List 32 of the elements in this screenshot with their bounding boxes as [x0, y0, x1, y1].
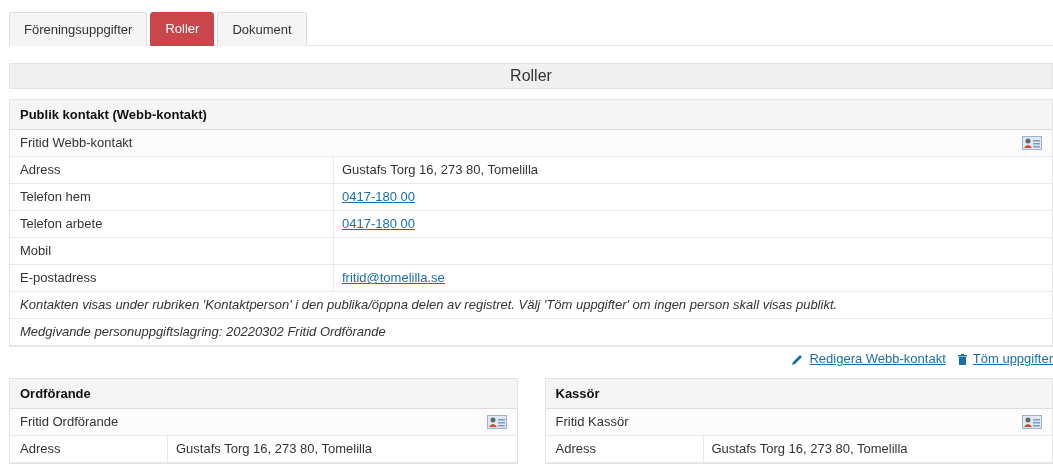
field-label: Adress	[555, 440, 596, 459]
field-value: Gustafs Torg 16, 273 80, Tomelilla	[176, 440, 373, 459]
info-note: Kontakten visas under rubriken 'Kontaktperson' i den publika/öppna delen av registret. Välj 'Töm uppgifter' om ingen person skall visas publikt.	[20, 296, 838, 315]
field-label: Mobil	[20, 242, 52, 261]
panel-title: Publik kontakt (Webb-kontakt)	[20, 105, 207, 124]
tab[interactable]: Föreningsuppgifter	[9, 12, 148, 46]
contact-link[interactable]: 0417-180 00	[342, 214, 415, 234]
panel-title: Kassör	[555, 384, 600, 403]
contact-link[interactable]: 0417-180 00	[342, 187, 415, 207]
trash-icon	[957, 353, 967, 365]
contact-card-icon[interactable]	[486, 415, 507, 429]
field-value: Gustafs Torg 16, 273 80, Tomelilla	[711, 440, 908, 459]
contact-card-icon[interactable]	[1022, 136, 1042, 150]
tab[interactable]: Roller	[150, 12, 215, 46]
action-link[interactable]: Töm uppgifter	[972, 349, 1053, 369]
field-label: E-postadress	[20, 269, 97, 288]
field-label: Adress	[20, 440, 61, 459]
field-label: Telefon arbete	[20, 215, 103, 234]
tab[interactable]: Dokument	[217, 12, 307, 46]
contact-name: Fritid Webb-kontakt	[20, 134, 133, 153]
field-label: Telefon hem	[20, 188, 91, 207]
contact-card-icon[interactable]	[1022, 415, 1042, 429]
contact-name: Fritid Ordförande	[20, 413, 119, 432]
field-label: Adress	[20, 161, 61, 180]
contact-name: Fritid Kassör	[555, 413, 629, 432]
pencil-icon	[792, 353, 804, 365]
contact-link[interactable]: fritid@tomelilla.se	[342, 268, 445, 288]
section-header: Roller	[9, 63, 1053, 89]
panel-title: Ordförande	[20, 384, 91, 403]
action-link[interactable]: Redigera Webb-kontakt	[809, 349, 946, 369]
info-note: Medgivande personuppgiftslagring: 20220302 Fritid Ordförande	[20, 323, 386, 342]
field-value: Gustafs Torg 16, 273 80, Tomelilla	[342, 161, 539, 180]
